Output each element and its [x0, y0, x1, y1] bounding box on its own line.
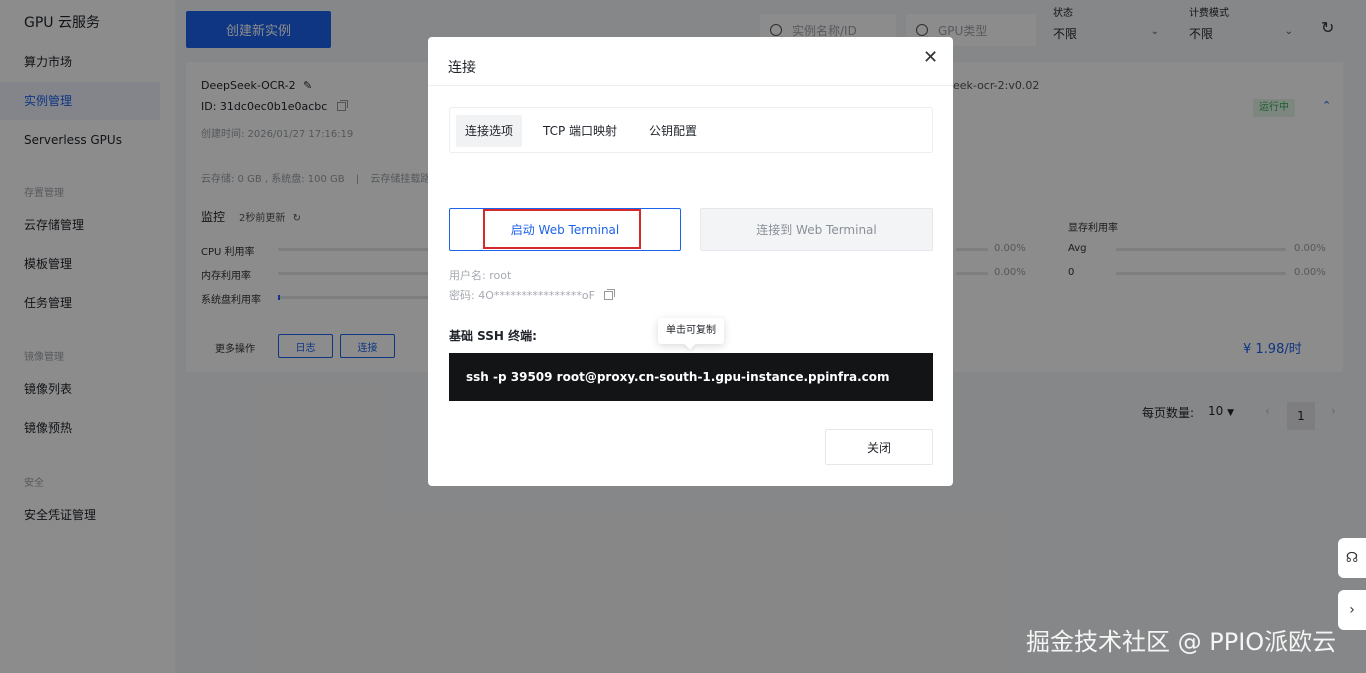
copy-tooltip: 单击可复制: [658, 318, 724, 344]
connect-modal: 连接 ✕ 连接选项 TCP 端口映射 公钥配置 启动 Web Terminal …: [428, 37, 953, 486]
close-button[interactable]: 关闭: [825, 429, 933, 465]
tab-tcp-port-mapping[interactable]: TCP 端口映射: [534, 115, 626, 147]
chevron-right-icon[interactable]: ›: [1338, 590, 1366, 630]
tab-connect-options[interactable]: 连接选项: [456, 115, 523, 147]
connect-web-terminal-button[interactable]: 连接到 Web Terminal: [700, 208, 933, 251]
close-icon[interactable]: ✕: [923, 47, 938, 68]
password-row: 密码: 4O****************oF: [449, 287, 616, 303]
ssh-label: 基础 SSH 终端:: [449, 329, 537, 343]
password-text: 密码: 4O****************oF: [449, 289, 595, 302]
highlight-box: [483, 209, 641, 249]
divider: [428, 85, 953, 86]
connect-tabs: 连接选项 TCP 端口映射 公钥配置: [449, 107, 933, 153]
copy-icon[interactable]: [604, 289, 616, 300]
modal-title: 连接: [448, 60, 476, 76]
tab-public-key[interactable]: 公钥配置: [640, 115, 706, 147]
watermark: 掘金技术社区 @ PPIO派欧云: [1026, 628, 1337, 656]
headset-icon[interactable]: ☊: [1338, 538, 1366, 578]
username-text: 用户名: root: [449, 269, 512, 282]
ssh-command[interactable]: ssh -p 39509 root@proxy.cn-south-1.gpu-i…: [449, 353, 933, 401]
